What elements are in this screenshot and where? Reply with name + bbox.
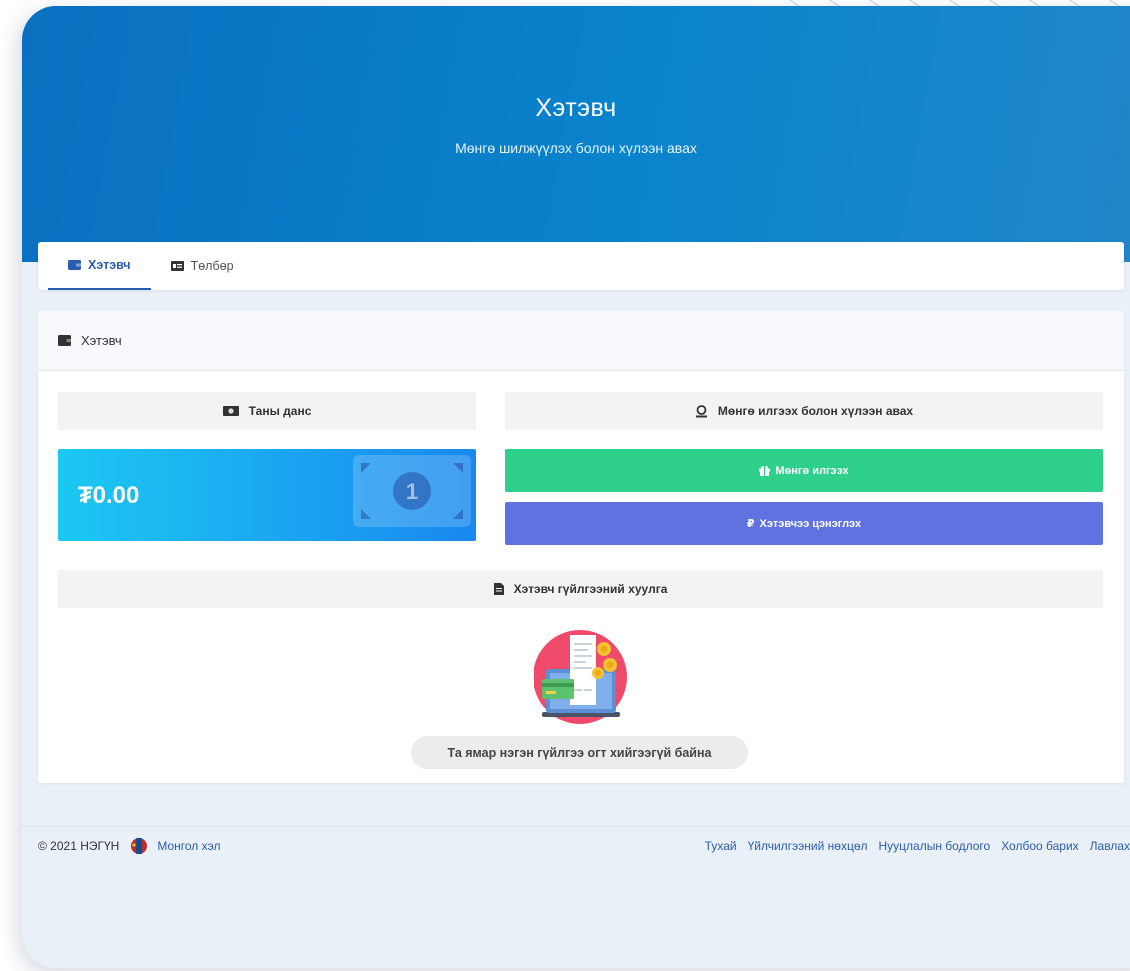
topup-wallet-label: Хэтэвчээ цэнэглэх bbox=[759, 517, 862, 530]
page-subtitle: Мөнгө шилжүүлэх болон хүлээн авах bbox=[455, 140, 697, 156]
footer-link-about[interactable]: Тухай bbox=[705, 839, 737, 853]
footer-links: Тухай Үйлчилгээний нөхцөл Нууцлалын бодл… bbox=[705, 839, 1130, 853]
topup-wallet-button[interactable]: ₽ Хэтэвчээ цэнэглэх bbox=[505, 502, 1103, 545]
language-label: Монгол хэл bbox=[157, 839, 221, 853]
wallet-panel: Хэтэвч Таны данс Мөнгө илгээх болон хүлэ… bbox=[38, 311, 1124, 783]
balance-card: ₮0.00 1 bbox=[58, 449, 476, 541]
footer-link-privacy[interactable]: Нууцлалын бодлого bbox=[879, 839, 991, 853]
app-frame: Хэтэвч Мөнгө шилжүүлэх болон хүлээн авах… bbox=[22, 6, 1130, 968]
send-money-label: Мөнгө илгээх bbox=[775, 464, 849, 477]
panel-header: Хэтэвч bbox=[38, 311, 1124, 371]
footer-divider bbox=[22, 826, 1130, 827]
wallet-icon bbox=[68, 260, 81, 270]
empty-transactions-message: Та ямар нэгэн гүйлгээ огт хийгээгүй байн… bbox=[411, 736, 748, 769]
tab-payment[interactable]: Төлбөр bbox=[151, 242, 254, 290]
hand-coin-icon bbox=[695, 404, 707, 417]
tab-wallet[interactable]: Хэтэвч bbox=[48, 242, 151, 290]
empty-transactions-illustration bbox=[534, 630, 627, 724]
document-icon bbox=[493, 583, 504, 595]
money-bill-icon bbox=[222, 406, 239, 416]
wallet-icon bbox=[58, 335, 71, 346]
language-selector[interactable]: Монгол хэл bbox=[131, 838, 221, 854]
gift-icon bbox=[759, 465, 771, 476]
svg-text:1: 1 bbox=[406, 479, 418, 504]
account-section-header: Таны данс bbox=[58, 392, 476, 430]
copyright-text: © 2021 НЭГҮН bbox=[38, 839, 120, 853]
transfer-section-label: Мөнгө илгээх болон хүлээн авах bbox=[717, 404, 914, 418]
tab-bar: Хэтэвч Төлбөр bbox=[38, 242, 1124, 290]
transfer-section-header: Мөнгө илгээх болон хүлээн авах bbox=[505, 392, 1103, 430]
panel-title: Хэтэвч bbox=[81, 333, 122, 348]
history-section-label: Хэтэвч гүйлгээний хуулга bbox=[513, 582, 668, 596]
footer-link-help[interactable]: Лавлах bbox=[1090, 839, 1130, 853]
payment-card-icon bbox=[170, 261, 184, 271]
send-money-button[interactable]: Мөнгө илгээх bbox=[505, 449, 1103, 492]
hero-banner: Хэтэвч Мөнгө шилжүүлэх болон хүлээн авах bbox=[22, 6, 1130, 262]
footer: © 2021 НЭГҮН Монгол хэл Тухай Үйлчилгээн… bbox=[38, 838, 1130, 854]
tab-wallet-label: Хэтэвч bbox=[88, 258, 131, 272]
footer-link-terms[interactable]: Үйлчилгээний нөхцөл bbox=[748, 839, 868, 853]
dollar-bill-icon: 1 bbox=[353, 455, 471, 527]
page-title: Хэтэвч bbox=[535, 94, 617, 122]
account-section-label: Таны данс bbox=[248, 404, 312, 418]
tab-payment-label: Төлбөр bbox=[190, 259, 234, 273]
balance-amount: ₮0.00 bbox=[78, 482, 140, 509]
ruble-icon: ₽ bbox=[746, 518, 755, 530]
mongolia-flag-icon bbox=[131, 838, 148, 854]
footer-link-contact[interactable]: Холбоо барих bbox=[1001, 839, 1078, 853]
history-section-header: Хэтэвч гүйлгээний хуулга bbox=[58, 570, 1103, 608]
